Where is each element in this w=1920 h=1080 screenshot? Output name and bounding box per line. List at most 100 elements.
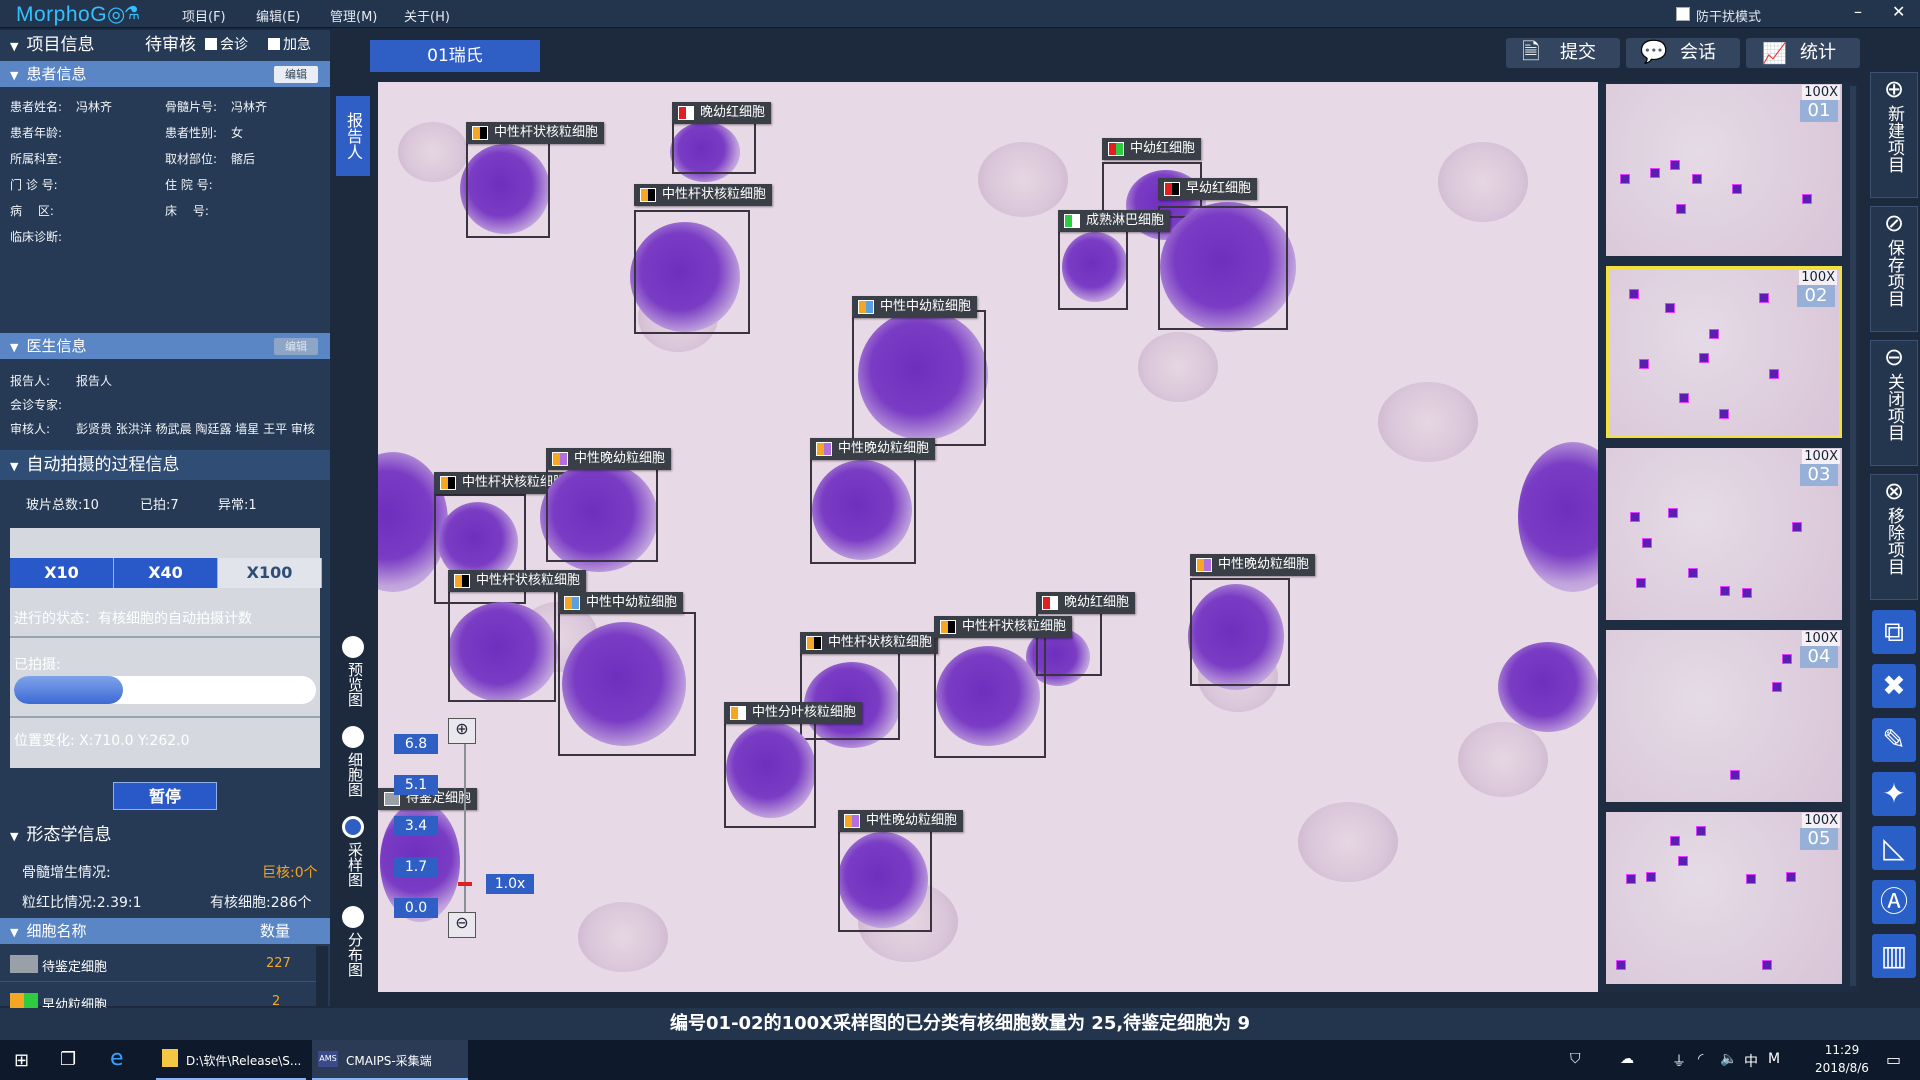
zoom-x100-button[interactable]: X100	[218, 558, 322, 588]
ime-chinese[interactable]: 中	[1744, 1051, 1758, 1071]
tab-wright-stain[interactable]: 01瑞氏	[370, 40, 540, 72]
thumbnail-04[interactable]: 100X 04	[1606, 630, 1842, 802]
detection-box[interactable]	[724, 708, 816, 828]
cell-label[interactable]: 晚幼红细胞	[1036, 592, 1136, 614]
new-project-button[interactable]: ⊕ 新建项目	[1870, 72, 1918, 198]
pin-icon[interactable]: ✎	[1872, 718, 1916, 762]
text-icon[interactable]: Ⓐ	[1872, 880, 1916, 924]
patient-info-header[interactable]: ▼ 患者信息 编辑	[0, 61, 330, 87]
cell-label[interactable]: 中性杆状核粒细胞	[934, 616, 1073, 638]
menu-manage[interactable]: 管理(M)	[330, 6, 377, 25]
detection-box[interactable]	[1190, 578, 1290, 686]
close-project-button[interactable]: ⊖ 关闭项目	[1870, 340, 1918, 466]
delete-icon[interactable]: ✖	[1872, 664, 1916, 708]
doctor-edit-button[interactable]: 编辑	[274, 338, 318, 355]
thumbnail-03[interactable]: 100X 03	[1606, 448, 1842, 620]
cell-label[interactable]: 中性分叶核粒细胞	[724, 702, 863, 724]
cell-label[interactable]: 中性晚幼粒细胞	[810, 438, 936, 460]
cell-label[interactable]: 中性中幼粒细胞	[852, 296, 978, 318]
thumbnail-05[interactable]: 100X 05	[1606, 812, 1842, 984]
zoom-x40-button[interactable]: X40	[114, 558, 218, 588]
distribution-radio[interactable]	[342, 906, 364, 928]
zoom-out-icon[interactable]: ⊖	[448, 912, 476, 938]
detection-box[interactable]	[810, 452, 916, 564]
menu-project[interactable]: 项目(F)	[182, 6, 226, 25]
network-icon[interactable]: ◜	[1698, 1051, 1703, 1067]
submit-button[interactable]: 🗎 提交	[1506, 38, 1620, 68]
wechat-icon[interactable]: ☁	[1620, 1051, 1634, 1067]
detection-box[interactable]	[466, 138, 550, 238]
thumbnail-01[interactable]: 100X 01	[1606, 84, 1842, 256]
urgent-checkbox[interactable]	[268, 38, 280, 50]
preview-radio[interactable]	[342, 636, 364, 658]
cell-label[interactable]: 晚幼红细胞	[672, 102, 772, 124]
detection-box[interactable]	[1058, 226, 1128, 310]
menu-about[interactable]: 关于(H)	[404, 6, 450, 25]
zoom-slider-handle[interactable]	[458, 882, 472, 886]
morphology-header[interactable]: ▼ 形态学信息	[0, 820, 330, 850]
detection-box[interactable]	[852, 310, 986, 446]
notification-icon[interactable]: ▭	[1886, 1050, 1901, 1069]
task-view-icon[interactable]: ❐	[60, 1049, 76, 1070]
windows-start-icon[interactable]: ⊞	[14, 1050, 29, 1071]
cell-label[interactable]: 中性中幼粒细胞	[558, 592, 684, 614]
chat-button[interactable]: 💬 会话	[1626, 38, 1740, 68]
zoom-x10-button[interactable]: X10	[10, 558, 114, 588]
taskbar-explorer[interactable]: D:\软件\Release\S...	[156, 1040, 306, 1080]
sample-view-radio[interactable]	[342, 816, 364, 838]
clock-time[interactable]: 11:29	[1810, 1043, 1874, 1057]
detection-box[interactable]	[934, 630, 1046, 758]
reporter-side-tab[interactable]: 报告人	[336, 96, 370, 176]
doctor-info-header[interactable]: ▼ 医生信息 编辑	[0, 333, 330, 359]
clock-date[interactable]: 2018/8/6	[1806, 1061, 1878, 1075]
cell-label[interactable]: 中性杆状核粒细胞	[448, 570, 587, 592]
anti-interference-checkbox[interactable]	[1676, 7, 1690, 21]
stats-button[interactable]: 📈 统计	[1746, 38, 1860, 68]
volume-icon[interactable]: 🔈	[1720, 1051, 1737, 1067]
thumbnail-02[interactable]: 100X 02	[1606, 266, 1842, 438]
detection-box[interactable]	[838, 820, 932, 932]
cell-label[interactable]: 早幼红细胞	[1158, 178, 1258, 200]
single-view-icon[interactable]: ⧉	[1872, 610, 1916, 654]
preview-label: 预览图	[346, 662, 364, 707]
cell-label[interactable]: 中性杆状核粒细胞	[634, 184, 773, 206]
cell-label[interactable]: 中性晚幼粒细胞	[838, 810, 964, 832]
shield-icon[interactable]: ⛉	[1570, 1051, 1581, 1067]
detection-box[interactable]	[448, 590, 556, 702]
usb-icon[interactable]: ⏚	[1672, 1051, 1686, 1071]
layout-icon[interactable]: ▥	[1872, 934, 1916, 978]
microscope-view[interactable]: 中性杆状核粒细胞 晚幼红细胞 中性杆状核粒细胞 中幼红细胞 早幼红细胞 成熟淋巴…	[378, 82, 1598, 992]
taskbar-cmaips[interactable]: AMS CMAIPS-采集端	[312, 1040, 468, 1080]
remove-project-button[interactable]: ⊗ 移除项目	[1870, 474, 1918, 600]
zoom-in-icon[interactable]: ⊕	[448, 718, 476, 744]
cell-label[interactable]: 成熟淋巴细胞	[1058, 210, 1171, 232]
cell-label[interactable]: 中性杆状核粒细胞	[466, 122, 605, 144]
zoom-slider-track[interactable]	[464, 722, 466, 922]
detection-box[interactable]	[672, 118, 756, 174]
detection-box[interactable]	[558, 612, 696, 756]
thumbnail-scrollbar[interactable]	[1850, 86, 1856, 986]
patient-edit-button[interactable]: 编辑	[274, 66, 318, 83]
magic-wand-icon[interactable]: ✦	[1872, 772, 1916, 816]
menu-edit[interactable]: 编辑(E)	[256, 6, 300, 25]
ruler-icon[interactable]: ◺	[1872, 826, 1916, 870]
project-info-header[interactable]: ▼ 项目信息 待审核 会诊 加急	[0, 30, 330, 60]
save-project-button[interactable]: ⊘ 保存项目	[1870, 206, 1918, 332]
auto-capture-header[interactable]: ▼ 自动拍摄的过程信息	[0, 450, 330, 480]
cell-label-text: 中性晚幼粒细胞	[838, 441, 930, 456]
detection-box[interactable]	[1158, 206, 1288, 330]
col-count: 数量	[260, 922, 291, 940]
close-window-button[interactable]: ✕	[1892, 2, 1905, 21]
edge-browser-icon[interactable]: e	[110, 1046, 124, 1071]
consult-checkbox[interactable]	[205, 38, 217, 50]
detection-box[interactable]	[634, 210, 750, 334]
pause-button[interactable]: 暂停	[113, 782, 217, 810]
minimize-button[interactable]: –	[1854, 2, 1862, 21]
ime-mode[interactable]: M	[1768, 1051, 1780, 1067]
cell-label[interactable]: 中性晚幼粒细胞	[546, 448, 672, 470]
cell-label[interactable]: 中性杆状核粒细胞	[800, 632, 939, 654]
cell-label[interactable]: 中性晚幼粒细胞	[1190, 554, 1316, 576]
cell-view-radio[interactable]	[342, 726, 364, 748]
cell-label[interactable]: 中幼红细胞	[1102, 138, 1202, 160]
table-row[interactable]: 待鉴定细胞 227	[0, 946, 316, 982]
